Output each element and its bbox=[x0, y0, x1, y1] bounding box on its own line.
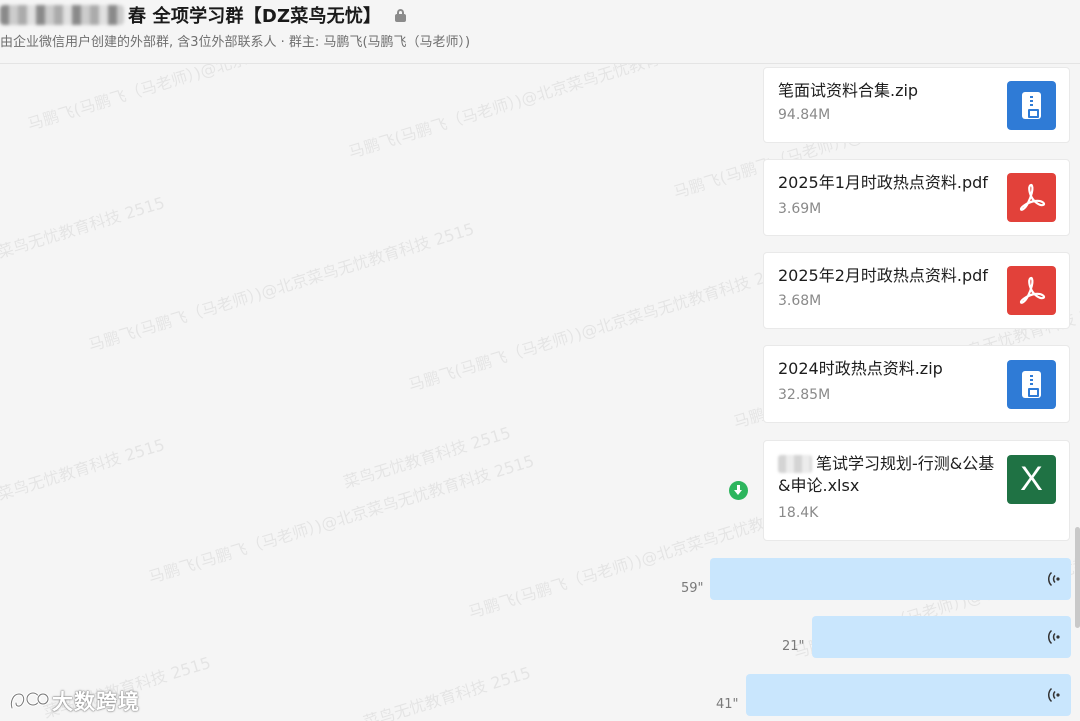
chat-title-row: 春 全项学习群【DZ菜鸟无忧】 bbox=[0, 2, 407, 28]
file-name: 笔试学习规划-行测&公基&申论.xlsx bbox=[778, 454, 995, 495]
chat-title[interactable]: 春 全项学习群【DZ菜鸟无忧】 bbox=[128, 2, 381, 28]
voice-duration: 21" bbox=[782, 639, 805, 654]
file-message-card[interactable]: 2025年2月时政热点资料.pdf 3.68M bbox=[763, 252, 1070, 329]
voice-duration: 41" bbox=[716, 697, 739, 712]
voice-message: 21" bbox=[0, 616, 1071, 658]
voice-message: 59" bbox=[0, 558, 1071, 600]
file-name: 2025年1月时政热点资料.pdf bbox=[778, 173, 988, 192]
file-name: 2025年2月时政热点资料.pdf bbox=[778, 266, 988, 285]
excel-file-icon: X bbox=[1007, 455, 1056, 504]
file-size: 3.68M bbox=[778, 293, 822, 309]
watermark-text: 菜鸟无忧教育科技 2515 bbox=[0, 193, 167, 262]
file-message-card[interactable]: 笔试学习规划-行测&公基&申论.xlsx 18.4K X bbox=[763, 440, 1070, 541]
file-message-card[interactable]: 笔面试资料合集.zip 94.84M bbox=[763, 67, 1070, 143]
chat-subtitle: 由企业微信用户创建的外部群, 含3位外部联系人 · 群主: 马鹏飞(马鹏飞（马老… bbox=[0, 35, 471, 50]
watermark-text: 菜鸟无忧教育科技 2515 bbox=[341, 423, 513, 492]
brand-watermark: 大数跨境 bbox=[8, 686, 140, 716]
watermark-text: 马鹏飞(马鹏飞（马老师）)@北京菜鸟无忧教育科技 2515 bbox=[86, 219, 477, 355]
file-size: 3.69M bbox=[778, 201, 822, 217]
zip-file-icon bbox=[1007, 360, 1056, 409]
voice-wave-icon bbox=[1047, 687, 1060, 703]
lock-icon bbox=[395, 8, 407, 22]
file-size: 32.85M bbox=[778, 387, 831, 403]
voice-wave-icon bbox=[1047, 629, 1060, 645]
voice-wave-icon bbox=[1047, 571, 1060, 587]
file-name: 笔面试资料合集.zip bbox=[778, 81, 919, 100]
file-size: 18.4K bbox=[778, 505, 819, 521]
voice-duration: 59" bbox=[681, 581, 704, 596]
voice-bubble[interactable] bbox=[746, 674, 1071, 716]
file-size: 94.84M bbox=[778, 107, 831, 123]
voice-bubble[interactable] bbox=[812, 616, 1071, 658]
pdf-file-icon bbox=[1007, 266, 1056, 315]
file-message-card[interactable]: 2024时政热点资料.zip 32.85M bbox=[763, 345, 1070, 423]
scrollbar-thumb[interactable] bbox=[1075, 527, 1080, 628]
voice-bubble[interactable] bbox=[710, 558, 1071, 600]
zip-file-icon bbox=[1007, 81, 1056, 130]
download-icon[interactable] bbox=[729, 481, 748, 500]
watermark-text: 马鹏飞(马鹏飞（马老师）)@北京菜鸟无忧教育科技 2515 bbox=[406, 259, 797, 395]
chat-header: 春 全项学习群【DZ菜鸟无忧】 由企业微信用户创建的外部群, 含3位外部联系人 … bbox=[0, 0, 1080, 64]
pdf-file-icon bbox=[1007, 173, 1056, 222]
watermark-text: 菜鸟无忧教育科技 2515 bbox=[0, 435, 167, 504]
brand-text: 大数跨境 bbox=[52, 690, 140, 714]
file-message-card[interactable]: 2025年1月时政热点资料.pdf 3.69M bbox=[763, 159, 1070, 236]
voice-message: 41" bbox=[0, 674, 1071, 716]
file-name: 2024时政热点资料.zip bbox=[778, 359, 943, 378]
brand-logo-icon bbox=[9, 691, 50, 710]
blurred-group-name bbox=[0, 5, 124, 25]
